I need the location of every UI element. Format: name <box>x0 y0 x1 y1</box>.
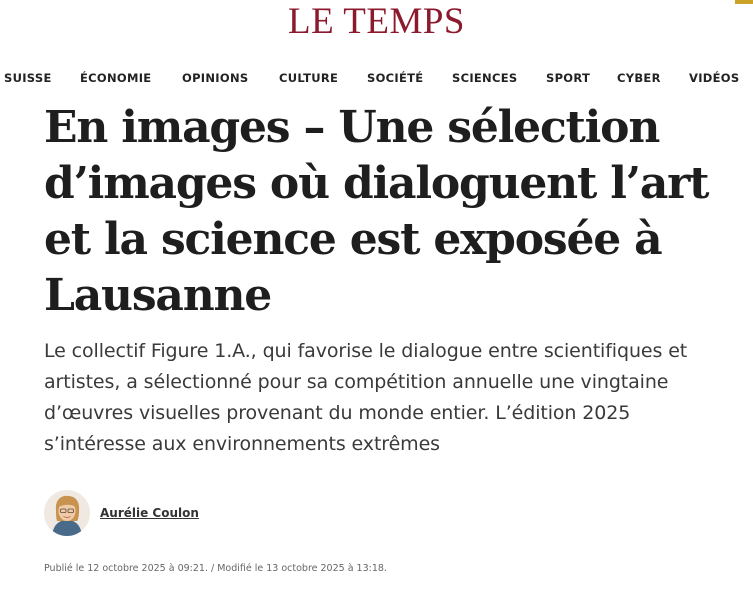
nav-item-economie[interactable]: ÉCONOMIE <box>80 70 151 86</box>
nav-item-cyber[interactable]: CYBER <box>617 70 661 86</box>
corner-accent <box>735 0 753 4</box>
publication-dates: Publié le 12 octobre 2025 à 09:21. / Mod… <box>44 563 387 574</box>
author-name-link[interactable]: Aurélie Coulon <box>100 505 199 521</box>
author-avatar-icon[interactable] <box>44 490 90 536</box>
nav-item-opinions[interactable]: OPINIONS <box>182 70 248 86</box>
nav-item-sport[interactable]: SPORT <box>546 70 590 86</box>
main-navigation: SUISSE ÉCONOMIE OPINIONS CULTURE SOCIÉTÉ… <box>0 64 753 92</box>
author-avatar-photo <box>44 490 90 536</box>
nav-item-societe[interactable]: SOCIÉTÉ <box>367 70 423 86</box>
nav-item-videos[interactable]: VIDÉOS <box>689 70 739 86</box>
article-lead: Le collectif Figure 1.A., qui favorise l… <box>44 340 688 455</box>
article-headline: En images – Une sélection d’images où di… <box>44 102 709 321</box>
site-logo[interactable]: LE TEMPS <box>0 2 753 42</box>
nav-item-culture[interactable]: CULTURE <box>279 70 338 86</box>
author-byline: Aurélie Coulon <box>44 490 444 538</box>
nav-item-suisse[interactable]: SUISSE <box>4 70 52 86</box>
nav-item-sciences[interactable]: SCIENCES <box>452 70 517 86</box>
site-header: LE TEMPS <box>0 0 753 48</box>
